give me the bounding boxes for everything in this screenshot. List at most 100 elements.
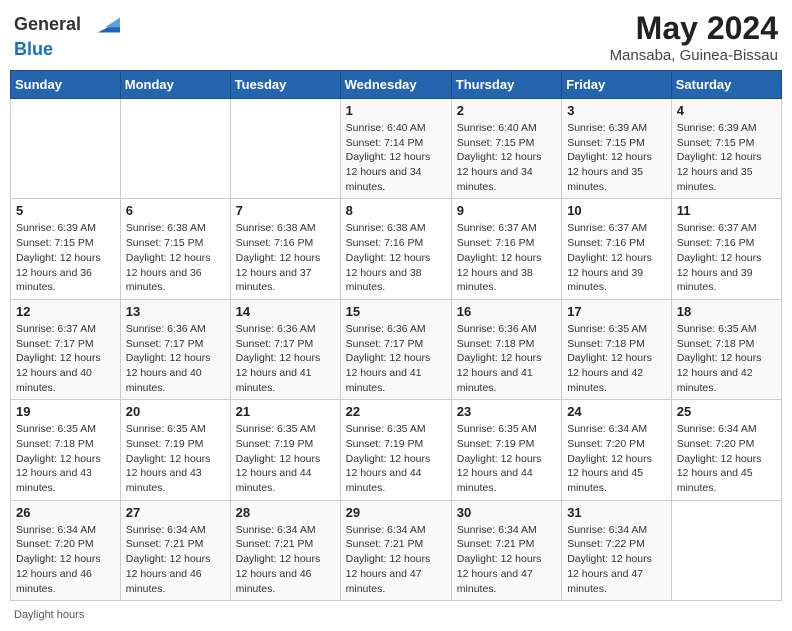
title-section: May 2024 Mansaba, Guinea-Bissau	[610, 10, 778, 64]
weekday-header: Monday	[120, 71, 230, 99]
calendar-cell: 1Sunrise: 6:40 AMSunset: 7:14 PMDaylight…	[340, 99, 451, 199]
weekday-header: Friday	[562, 71, 672, 99]
calendar-cell: 3 Sunrise: 6:39 AMSunset: 7:15 PMDaylight…	[562, 99, 672, 199]
calendar-cell: 5Sunrise: 6:39 AMSunset: 7:15 PMDaylight…	[11, 199, 121, 299]
day-info: Sunrise: 6:36 AMSunset: 7:17 PMDaylight:…	[126, 322, 225, 395]
calendar-cell: 16Sunrise: 6:36 AMSunset: 7:18 PMDayligh…	[451, 299, 561, 399]
day-number: 19	[16, 404, 115, 419]
calendar-cell: 11 Sunrise: 6:37 AMSunset: 7:16 PMDayligh…	[671, 199, 781, 299]
day-info: Sunrise: 6:34 AMSunset: 7:21 PMDaylight:…	[126, 523, 225, 596]
daylight-label: Daylight hours	[14, 609, 84, 621]
day-info: Sunrise: 6:34 AMSunset: 7:21 PMDaylight:…	[236, 523, 335, 596]
calendar-cell: 26Sunrise: 6:34 AMSunset: 7:20 PMDayligh…	[11, 500, 121, 600]
day-number: 2	[457, 103, 556, 118]
day-info: Sunrise: 6:35 AMSunset: 7:19 PMDaylight:…	[126, 422, 225, 495]
day-info: Sunrise: 6:34 AMSunset: 7:22 PMDaylight:…	[567, 523, 666, 596]
day-number: 27	[126, 505, 225, 520]
calendar-cell: 14 Sunrise: 6:36 AMSunset: 7:17 PMDayligh…	[230, 299, 340, 399]
day-info: Sunrise: 6:38 AMSunset: 7:15 PMDaylight:…	[126, 221, 225, 294]
weekday-header-row: SundayMondayTuesdayWednesdayThursdayFrid…	[11, 71, 782, 99]
day-number: 21	[236, 404, 335, 419]
calendar-week-row: 19 Sunrise: 6:35 AMSunset: 7:18 PMDayligh…	[11, 400, 782, 500]
day-info: Sunrise: 6:38 AMSunset: 7:16 PMDaylight:…	[236, 221, 335, 294]
day-info: Sunrise: 6:39 AMSunset: 7:15 PMDaylight:…	[677, 121, 776, 194]
calendar-cell: 9Sunrise: 6:37 AMSunset: 7:16 PMDaylight…	[451, 199, 561, 299]
day-number: 14	[236, 304, 335, 319]
logo: General Blue	[14, 10, 120, 60]
day-number: 22	[346, 404, 446, 419]
calendar-cell: 17Sunrise: 6:35 AMSunset: 7:18 PMDayligh…	[562, 299, 672, 399]
calendar-cell: 28Sunrise: 6:34 AMSunset: 7:21 PMDayligh…	[230, 500, 340, 600]
weekday-header: Wednesday	[340, 71, 451, 99]
calendar-cell: 29Sunrise: 6:34 AMSunset: 7:21 PMDayligh…	[340, 500, 451, 600]
day-info: Sunrise: 6:40 AMSunset: 7:14 PMDaylight:…	[346, 121, 446, 194]
day-number: 7	[236, 203, 335, 218]
calendar-cell: 2Sunrise: 6:40 AMSunset: 7:15 PMDaylight…	[451, 99, 561, 199]
day-number: 23	[457, 404, 556, 419]
calendar-table: SundayMondayTuesdayWednesdayThursdayFrid…	[10, 70, 782, 601]
day-number: 4	[677, 103, 776, 118]
day-info: Sunrise: 6:38 AMSunset: 7:16 PMDaylight:…	[346, 221, 446, 294]
page-header: General Blue May 2024 Mansaba, Guinea-Bi…	[10, 10, 782, 64]
location: Mansaba, Guinea-Bissau	[610, 47, 778, 64]
logo-blue-text: Blue	[14, 39, 53, 59]
day-info: Sunrise: 6:37 AMSunset: 7:17 PMDaylight:…	[16, 322, 115, 395]
day-info: Sunrise: 6:34 AMSunset: 7:20 PMDaylight:…	[677, 422, 776, 495]
calendar-body: 1Sunrise: 6:40 AMSunset: 7:14 PMDaylight…	[11, 99, 782, 601]
calendar-week-row: 12 Sunrise: 6:37 AMSunset: 7:17 PMDayligh…	[11, 299, 782, 399]
calendar-cell	[11, 99, 121, 199]
day-info: Sunrise: 6:35 AMSunset: 7:19 PMDaylight:…	[457, 422, 556, 495]
day-number: 6	[126, 203, 225, 218]
day-info: Sunrise: 6:35 AMSunset: 7:18 PMDaylight:…	[677, 322, 776, 395]
day-number: 25	[677, 404, 776, 419]
day-number: 24	[567, 404, 666, 419]
day-number: 29	[346, 505, 446, 520]
day-number: 12	[16, 304, 115, 319]
weekday-header: Tuesday	[230, 71, 340, 99]
day-number: 11	[677, 203, 776, 218]
weekday-header: Thursday	[451, 71, 561, 99]
calendar-cell: 25 Sunrise: 6:34 AMSunset: 7:20 PMDayligh…	[671, 400, 781, 500]
day-info: Sunrise: 6:35 AMSunset: 7:19 PMDaylight:…	[346, 422, 446, 495]
logo-icon	[90, 10, 120, 40]
day-info: Sunrise: 6:34 AMSunset: 7:20 PMDaylight:…	[16, 523, 115, 596]
calendar-cell: 7 Sunrise: 6:38 AMSunset: 7:16 PMDaylight…	[230, 199, 340, 299]
calendar-cell: 13 Sunrise: 6:36 AMSunset: 7:17 PMDayligh…	[120, 299, 230, 399]
calendar-cell	[230, 99, 340, 199]
calendar-cell: 19 Sunrise: 6:35 AMSunset: 7:18 PMDayligh…	[11, 400, 121, 500]
day-info: Sunrise: 6:37 AMSunset: 7:16 PMDaylight:…	[567, 221, 666, 294]
day-info: Sunrise: 6:39 AMSunset: 7:15 PMDaylight:…	[16, 221, 115, 294]
month-year: May 2024	[610, 10, 778, 47]
day-number: 20	[126, 404, 225, 419]
day-info: Sunrise: 6:35 AMSunset: 7:19 PMDaylight:…	[236, 422, 335, 495]
weekday-header: Sunday	[11, 71, 121, 99]
day-info: Sunrise: 6:35 AMSunset: 7:18 PMDaylight:…	[567, 322, 666, 395]
calendar-cell: 10 Sunrise: 6:37 AMSunset: 7:16 PMDayligh…	[562, 199, 672, 299]
calendar-cell: 8 Sunrise: 6:38 AMSunset: 7:16 PMDaylight…	[340, 199, 451, 299]
calendar-cell: 21 Sunrise: 6:35 AMSunset: 7:19 PMDayligh…	[230, 400, 340, 500]
calendar-cell: 18 Sunrise: 6:35 AMSunset: 7:18 PMDayligh…	[671, 299, 781, 399]
day-number: 30	[457, 505, 556, 520]
day-number: 13	[126, 304, 225, 319]
day-number: 18	[677, 304, 776, 319]
day-info: Sunrise: 6:36 AMSunset: 7:17 PMDaylight:…	[346, 322, 446, 395]
day-info: Sunrise: 6:35 AMSunset: 7:18 PMDaylight:…	[16, 422, 115, 495]
calendar-cell: 15Sunrise: 6:36 AMSunset: 7:17 PMDayligh…	[340, 299, 451, 399]
day-number: 31	[567, 505, 666, 520]
day-info: Sunrise: 6:39 AMSunset: 7:15 PMDaylight:…	[567, 121, 666, 194]
day-number: 3	[567, 103, 666, 118]
calendar-cell: 4 Sunrise: 6:39 AMSunset: 7:15 PMDaylight…	[671, 99, 781, 199]
calendar-cell: 12 Sunrise: 6:37 AMSunset: 7:17 PMDayligh…	[11, 299, 121, 399]
calendar-week-row: 5Sunrise: 6:39 AMSunset: 7:15 PMDaylight…	[11, 199, 782, 299]
calendar-cell: 20 Sunrise: 6:35 AMSunset: 7:19 PMDayligh…	[120, 400, 230, 500]
day-number: 10	[567, 203, 666, 218]
day-info: Sunrise: 6:36 AMSunset: 7:18 PMDaylight:…	[457, 322, 556, 395]
calendar-cell	[120, 99, 230, 199]
day-number: 8	[346, 203, 446, 218]
calendar-week-row: 26Sunrise: 6:34 AMSunset: 7:20 PMDayligh…	[11, 500, 782, 600]
day-number: 9	[457, 203, 556, 218]
logo-general-text: General	[14, 14, 81, 34]
day-info: Sunrise: 6:37 AMSunset: 7:16 PMDaylight:…	[677, 221, 776, 294]
day-info: Sunrise: 6:36 AMSunset: 7:17 PMDaylight:…	[236, 322, 335, 395]
day-info: Sunrise: 6:34 AMSunset: 7:21 PMDaylight:…	[457, 523, 556, 596]
